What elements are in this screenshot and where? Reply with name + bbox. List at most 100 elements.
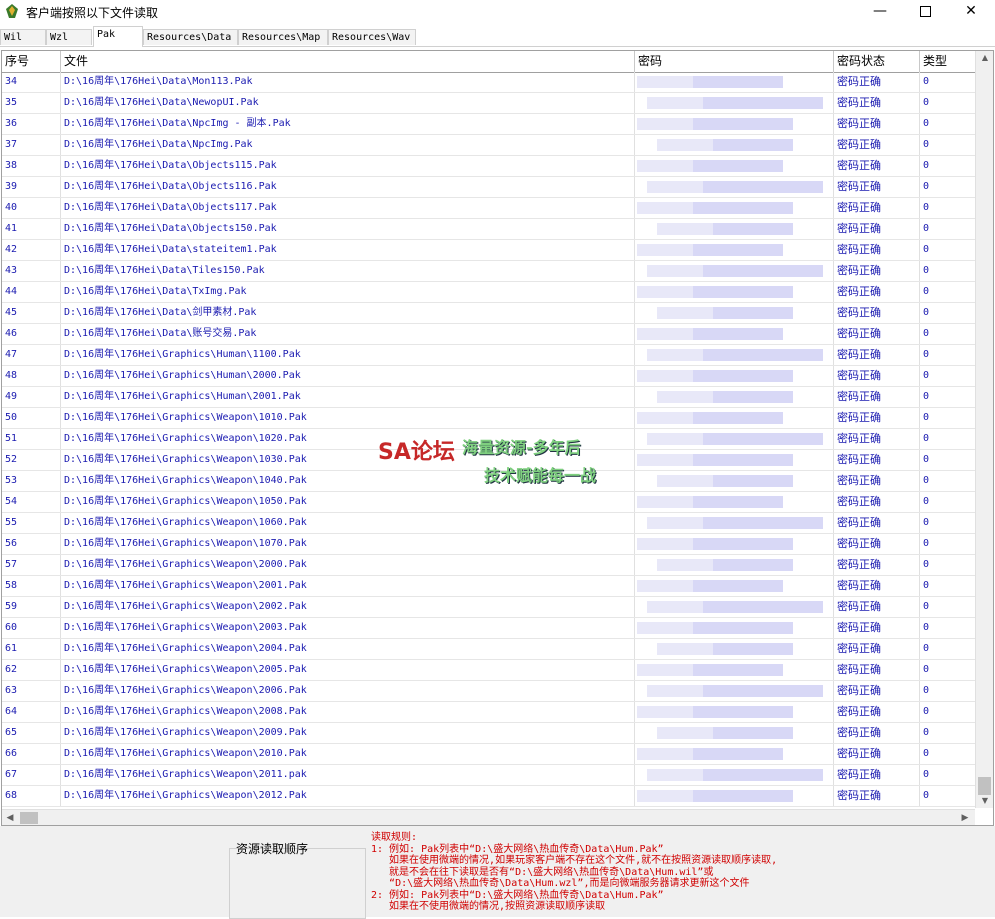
table-row[interactable]: 43 D:\16周年\176Hei\Data\Tiles150.Pak 密码正确 0 xyxy=(2,261,977,282)
row-password-status: 密码正确 xyxy=(834,135,920,155)
row-password-status: 密码正确 xyxy=(834,366,920,386)
row-index: 47 xyxy=(2,345,61,365)
row-password-status: 密码正确 xyxy=(834,492,920,512)
row-type: 0 xyxy=(920,744,977,764)
table-row[interactable]: 41 D:\16周年\176Hei\Data\Objects150.Pak 密码正确… xyxy=(2,219,977,240)
row-password-status: 密码正确 xyxy=(834,324,920,344)
vertical-scroll-thumb[interactable] xyxy=(978,777,991,795)
table-row[interactable]: 65 D:\16周年\176Hei\Graphics\Weapon\2009.Pa… xyxy=(2,723,977,744)
column-header-password[interactable]: 密码 xyxy=(635,51,834,72)
row-file-path: D:\16周年\176Hei\Graphics\Weapon\2011.pak xyxy=(61,765,635,785)
row-index: 41 xyxy=(2,219,61,239)
row-password-status: 密码正确 xyxy=(834,114,920,134)
tab-pak[interactable]: Pak xyxy=(93,26,143,47)
table-row[interactable]: 54 D:\16周年\176Hei\Graphics\Weapon\1050.Pa… xyxy=(2,492,977,513)
table-row[interactable]: 37 D:\16周年\176Hei\Data\NpcImg.Pak 密码正确 0 xyxy=(2,135,977,156)
row-file-path: D:\16周年\176Hei\Graphics\Weapon\2002.Pak xyxy=(61,597,635,617)
table-row[interactable]: 36 D:\16周年\176Hei\Data\NpcImg - 副本.Pak 密码正… xyxy=(2,114,977,135)
tab-resources-wav[interactable]: Resources\Wav xyxy=(328,29,416,45)
row-type: 0 xyxy=(920,492,977,512)
table-row[interactable]: 44 D:\16周年\176Hei\Data\TxImg.Pak 密码正确 0 xyxy=(2,282,977,303)
table-row[interactable]: 40 D:\16周年\176Hei\Data\Objects117.Pak 密码正确… xyxy=(2,198,977,219)
table-row[interactable]: 48 D:\16周年\176Hei\Graphics\Human\2000.Pak… xyxy=(2,366,977,387)
row-password-obscured xyxy=(635,261,834,281)
tab-resources-map[interactable]: Resources\Map xyxy=(238,29,328,45)
row-password-status: 密码正确 xyxy=(834,555,920,575)
row-index: 48 xyxy=(2,366,61,386)
password-blur xyxy=(703,181,823,193)
row-type: 0 xyxy=(920,72,977,92)
table-row[interactable]: 42 D:\16周年\176Hei\Data\stateitem1.Pak 密码正确… xyxy=(2,240,977,261)
table-row[interactable]: 45 D:\16周年\176Hei\Data\剑甲素材.Pak 密码正确 0 xyxy=(2,303,977,324)
row-index: 55 xyxy=(2,513,61,533)
minimize-button[interactable]: — xyxy=(857,0,903,24)
vertical-scrollbar[interactable]: ▲ ▼ xyxy=(975,51,993,808)
table-row[interactable]: 35 D:\16周年\176Hei\Data\NewopUI.Pak 密码正确 0 xyxy=(2,93,977,114)
column-header-file[interactable]: 文件 xyxy=(61,51,635,72)
row-file-path: D:\16周年\176Hei\Graphics\Weapon\1050.Pak xyxy=(61,492,635,512)
table-row[interactable]: 56 D:\16周年\176Hei\Graphics\Weapon\1070.Pa… xyxy=(2,534,977,555)
row-index: 61 xyxy=(2,639,61,659)
table-row[interactable]: 46 D:\16周年\176Hei\Data\账号交易.Pak 密码正确 0 xyxy=(2,324,977,345)
row-type: 0 xyxy=(920,765,977,785)
password-blur xyxy=(703,349,823,361)
password-blur xyxy=(703,517,823,529)
column-header-password-status[interactable]: 密码状态 xyxy=(834,51,920,72)
row-file-path: D:\16周年\176Hei\Data\NpcImg.Pak xyxy=(61,135,635,155)
row-password-obscured xyxy=(635,555,834,575)
table-row[interactable]: 61 D:\16周年\176Hei\Graphics\Weapon\2004.Pa… xyxy=(2,639,977,660)
horizontal-scroll-thumb[interactable] xyxy=(20,812,38,824)
table-row[interactable]: 49 D:\16周年\176Hei\Graphics\Human\2001.Pak… xyxy=(2,387,977,408)
row-file-path: D:\16周年\176Hei\Data\TxImg.Pak xyxy=(61,282,635,302)
resource-order-list[interactable] xyxy=(229,848,366,919)
table-row[interactable]: 55 D:\16周年\176Hei\Graphics\Weapon\1060.Pa… xyxy=(2,513,977,534)
tab-wil[interactable]: Wil xyxy=(0,29,46,45)
table-row[interactable]: 68 D:\16周年\176Hei\Graphics\Weapon\2012.Pa… xyxy=(2,786,977,807)
scroll-left-icon[interactable]: ◀ xyxy=(2,810,18,825)
row-file-path: D:\16周年\176Hei\Graphics\Weapon\2010.Pak xyxy=(61,744,635,764)
row-index: 35 xyxy=(2,93,61,113)
password-blur xyxy=(693,286,793,298)
password-blur xyxy=(693,496,783,508)
row-password-obscured xyxy=(635,282,834,302)
password-blur xyxy=(693,118,793,130)
row-index: 50 xyxy=(2,408,61,428)
row-password-obscured xyxy=(635,492,834,512)
password-blur xyxy=(703,769,823,781)
table-row[interactable]: 62 D:\16周年\176Hei\Graphics\Weapon\2005.Pa… xyxy=(2,660,977,681)
password-blur xyxy=(713,391,793,403)
password-blur xyxy=(713,139,793,151)
table-row[interactable]: 58 D:\16周年\176Hei\Graphics\Weapon\2001.Pa… xyxy=(2,576,977,597)
column-header-type[interactable]: 类型 xyxy=(920,51,977,72)
row-file-path: D:\16周年\176Hei\Data\Objects116.Pak xyxy=(61,177,635,197)
table-row[interactable]: 60 D:\16周年\176Hei\Graphics\Weapon\2003.Pa… xyxy=(2,618,977,639)
app-icon xyxy=(6,4,18,18)
maximize-button[interactable] xyxy=(902,0,948,24)
table-row[interactable]: 38 D:\16周年\176Hei\Data\Objects115.Pak 密码正确… xyxy=(2,156,977,177)
tab-resources-data[interactable]: Resources\Data xyxy=(143,29,238,45)
scroll-down-icon[interactable]: ▼ xyxy=(976,794,993,808)
scroll-right-icon[interactable]: ▶ xyxy=(957,810,973,825)
table-row[interactable]: 57 D:\16周年\176Hei\Graphics\Weapon\2000.Pa… xyxy=(2,555,977,576)
table-row[interactable]: 66 D:\16周年\176Hei\Graphics\Weapon\2010.Pa… xyxy=(2,744,977,765)
column-header-index[interactable]: 序号 xyxy=(2,51,61,72)
row-password-obscured xyxy=(635,744,834,764)
row-index: 49 xyxy=(2,387,61,407)
table-row[interactable]: 64 D:\16周年\176Hei\Graphics\Weapon\2008.Pa… xyxy=(2,702,977,723)
row-type: 0 xyxy=(920,639,977,659)
table-row[interactable]: 47 D:\16周年\176Hei\Graphics\Human\1100.Pak… xyxy=(2,345,977,366)
row-type: 0 xyxy=(920,177,977,197)
close-button[interactable]: ✕ xyxy=(948,0,994,24)
row-password-status: 密码正确 xyxy=(834,660,920,680)
tab-wzl[interactable]: Wzl xyxy=(46,29,92,45)
table-row[interactable]: 59 D:\16周年\176Hei\Graphics\Weapon\2002.Pa… xyxy=(2,597,977,618)
password-blur xyxy=(693,706,793,718)
table-row[interactable]: 67 D:\16周年\176Hei\Graphics\Weapon\2011.pa… xyxy=(2,765,977,786)
row-password-status: 密码正确 xyxy=(834,282,920,302)
table-row[interactable]: 34 D:\16周年\176Hei\Data\Mon113.Pak 密码正确 0 xyxy=(2,72,977,93)
password-blur xyxy=(693,370,793,382)
table-row[interactable]: 63 D:\16周年\176Hei\Graphics\Weapon\2006.Pa… xyxy=(2,681,977,702)
scroll-up-icon[interactable]: ▲ xyxy=(976,51,993,65)
table-row[interactable]: 39 D:\16周年\176Hei\Data\Objects116.Pak 密码正确… xyxy=(2,177,977,198)
horizontal-scrollbar[interactable]: ◀ ▶ xyxy=(2,809,975,825)
